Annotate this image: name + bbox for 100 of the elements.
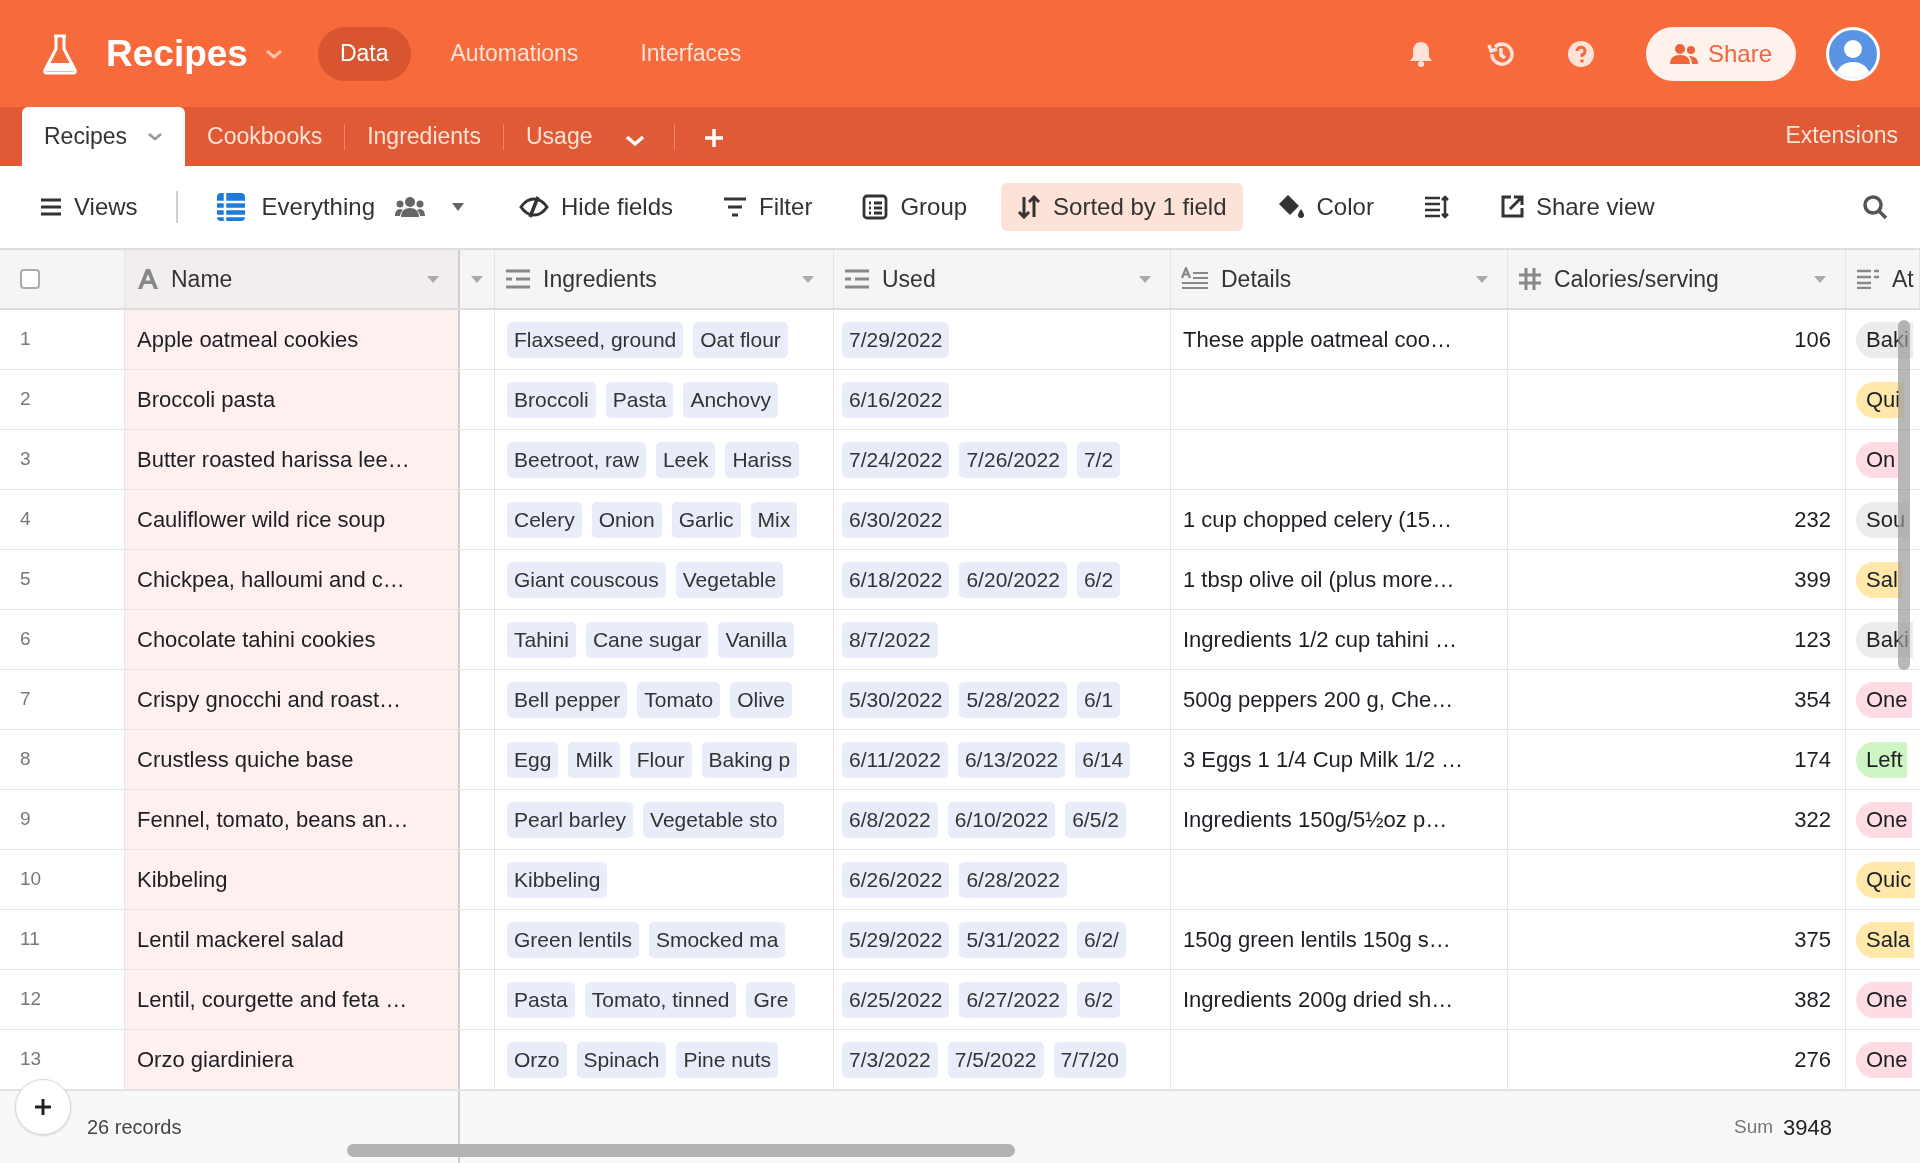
calories-value: 354 — [1794, 686, 1831, 714]
date-chip: 6/20/2022 — [959, 561, 1067, 598]
filter-button[interactable]: Filter — [707, 183, 829, 231]
date-chip: 6/2/ — [1076, 921, 1126, 958]
recipe-name: Lentil mackerel salad — [137, 926, 344, 954]
ingredient-chip: Olive — [730, 681, 792, 718]
calories-value: 123 — [1794, 626, 1831, 654]
ingredient-chip: Kibbeling — [507, 861, 608, 898]
ingredient-chip: Pearl barley — [507, 801, 634, 838]
sort-button[interactable]: Sorted by 1 field — [1001, 183, 1243, 231]
ingredient-chip: Onion — [591, 501, 662, 538]
ingredient-chip: Garlic — [671, 501, 741, 538]
ingredient-chip: Cane sugar — [585, 621, 709, 658]
horizontal-scrollbar[interactable] — [347, 1144, 1015, 1157]
chevron-down-icon[interactable] — [263, 47, 284, 60]
date-chip: 6/2 — [1076, 561, 1121, 598]
date-chip: 6/2 — [1076, 981, 1121, 1018]
date-chip: 7/2 — [1076, 441, 1121, 478]
ingredient-chip: Green lentils — [507, 921, 639, 958]
lines-icon — [505, 269, 531, 289]
ingredient-chip: Egg — [507, 741, 559, 778]
details-text: 1 cup chopped celery (15… — [1183, 506, 1453, 534]
column-header[interactable]: Calories/serving — [1508, 250, 1846, 308]
sum-label: Sum — [1733, 1114, 1774, 1139]
caret-down-icon — [451, 202, 465, 212]
date-chip: 6/27/2022 — [959, 981, 1067, 1018]
ingredient-chip: Celery — [507, 501, 582, 538]
date-chip: 7/7/20 — [1053, 1041, 1126, 1078]
ingredient-chip: Vegetable sto — [643, 801, 785, 838]
column-header[interactable]: At — [1846, 250, 1920, 308]
ingredient-chip: Leek — [655, 441, 716, 478]
search-icon[interactable] — [1862, 194, 1888, 220]
details-text: 3 Eggs 1 1/4 Cup Milk 1/2 … — [1183, 746, 1464, 774]
tag: One — [1856, 1041, 1912, 1078]
bell-icon[interactable] — [1407, 39, 1434, 68]
row-number: 13 — [20, 1047, 42, 1072]
ingredient-chip: Pasta — [605, 381, 674, 418]
caret-down-icon — [1138, 274, 1152, 284]
calories-value: 106 — [1794, 326, 1831, 354]
date-chip: 6/10/2022 — [947, 801, 1056, 838]
calories-value: 399 — [1794, 566, 1831, 594]
table-tab[interactable]: Recipes — [22, 107, 186, 166]
nav-tab[interactable]: Data — [317, 26, 411, 81]
column-header[interactable]: Name — [125, 250, 460, 308]
caret-down-icon — [426, 274, 440, 284]
add-icon[interactable] — [703, 127, 726, 149]
date-chip: 6/26/2022 — [842, 861, 950, 898]
select-all-checkbox[interactable] — [20, 269, 40, 289]
details-text: 1 tbsp olive oil (plus more… — [1183, 566, 1455, 594]
date-chip: 5/31/2022 — [959, 921, 1067, 958]
chevron-down-icon[interactable] — [624, 134, 647, 148]
date-chip: 6/11/2022 — [842, 741, 948, 778]
flask-icon[interactable] — [40, 32, 80, 75]
row-number: 4 — [20, 507, 31, 532]
recipe-name: Chickpea, halloumi and c… — [137, 566, 405, 594]
letter-a-icon — [137, 268, 159, 290]
menu-icon — [40, 198, 62, 216]
date-chip: 5/29/2022 — [842, 921, 950, 958]
column-header[interactable]: Details — [1171, 250, 1508, 308]
ingredient-chip: Giant couscous — [507, 561, 666, 598]
plus-icon — [34, 1098, 52, 1116]
text-lines-icon — [1181, 267, 1209, 291]
hide-fields-button[interactable]: Hide fields — [503, 183, 690, 231]
recipe-name: Chocolate tahini cookies — [137, 626, 376, 654]
color-button[interactable]: Color — [1260, 183, 1390, 231]
calories-value: 232 — [1794, 506, 1831, 534]
hash-icon — [1518, 267, 1542, 291]
row-number: 3 — [20, 447, 31, 472]
details-text: Ingredients 1/2 cup tahini … — [1183, 626, 1457, 654]
ingredient-chip: Mix — [750, 501, 798, 538]
group-button[interactable]: Group — [846, 183, 984, 231]
date-chip: 6/8/2022 — [842, 801, 938, 838]
ingredient-chip: Tomato, tinned — [584, 981, 737, 1018]
avatar[interactable] — [1826, 26, 1880, 81]
ingredient-chip: Anchovy — [683, 381, 778, 418]
share-view-button[interactable]: Share view — [1483, 183, 1671, 231]
column-header[interactable]: Used — [834, 250, 1171, 308]
row-number: 6 — [20, 627, 31, 652]
recipe-name: Crispy gnocchi and roast… — [137, 686, 402, 714]
view-switcher[interactable]: Everything — [215, 189, 465, 225]
recipe-name: Cauliflower wild rice soup — [137, 506, 386, 534]
column-header[interactable]: Ingredients — [495, 250, 834, 308]
list-icon — [1856, 269, 1880, 289]
views-button[interactable]: Views — [40, 189, 138, 225]
ingredient-chip: Tomato — [637, 681, 721, 718]
ingredient-chip: Baking p — [701, 741, 798, 778]
tag: One — [1856, 681, 1912, 718]
add-record-button[interactable] — [15, 1079, 71, 1135]
ingredient-chip: Smocked ma — [648, 921, 786, 958]
help-icon[interactable] — [1565, 38, 1596, 69]
share-out-icon — [1499, 195, 1524, 219]
recipe-name: Broccoli pasta — [137, 386, 276, 414]
ingredient-chip: Oat flour — [693, 321, 788, 358]
ingredient-chip: Milk — [568, 741, 620, 778]
lines-icon — [844, 269, 870, 289]
date-chip: 6/25/2022 — [842, 981, 950, 1018]
details-text: Ingredients 150g/5½oz p… — [1183, 806, 1448, 834]
row-number: 12 — [20, 987, 42, 1012]
caret-down-icon — [470, 274, 484, 284]
date-chip: 6/28/2022 — [959, 861, 1067, 898]
